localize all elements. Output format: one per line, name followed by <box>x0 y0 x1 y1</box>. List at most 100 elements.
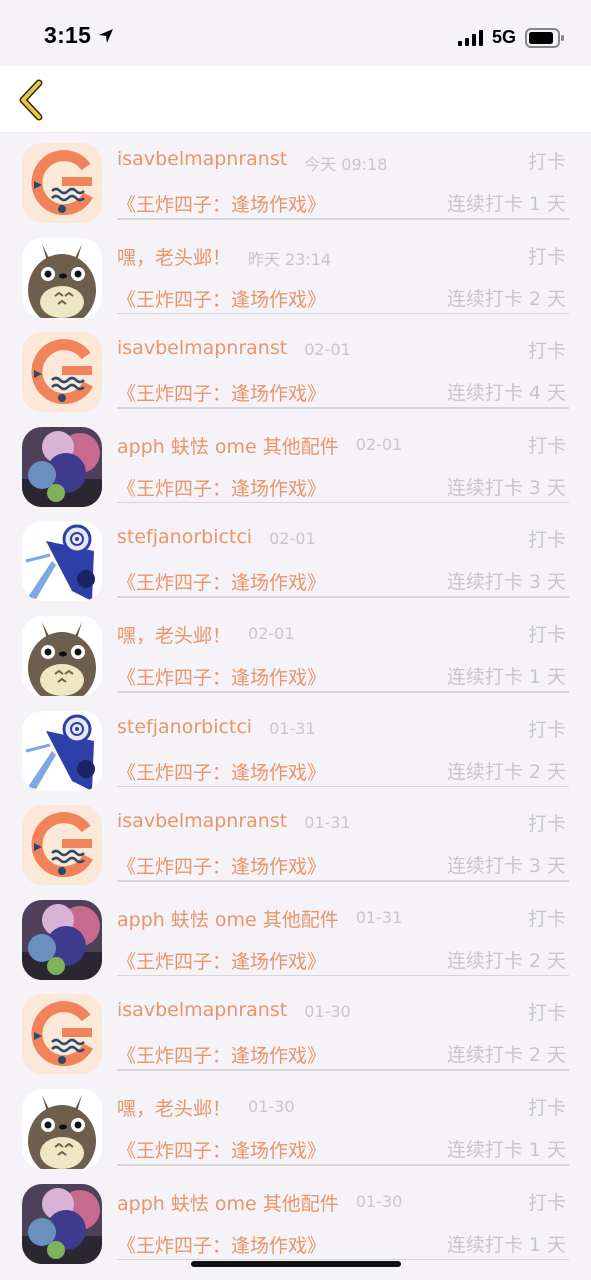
checkin-tag: 打卡 <box>527 434 566 457</box>
home-indicator <box>191 1261 401 1267</box>
user-name[interactable]: apph 蚨怯 ome 其他配件 <box>117 1189 339 1216</box>
row-divider <box>117 691 569 693</box>
user-name[interactable]: stefjanorbictci <box>117 716 252 738</box>
list-item[interactable]: apph 蚨怯 ome 其他配件 01-31 打卡《王炸四子：逢场作戏》 连续打卡 2… <box>0 897 591 992</box>
list-item[interactable]: apph 蚨怯 ome 其他配件 02-01 打卡 《王炸四子：逢场作戏》 连续打卡 3… <box>0 424 591 519</box>
list-item[interactable]: stefjanorbictci 01-31 打卡《王炸四子：逢场作戏》 连续打卡 2 … <box>0 708 591 803</box>
avatar-orange-g-logo[interactable] <box>22 805 102 886</box>
list-item[interactable]: isavbelmapnranst 02-01 打卡《王炸四子：逢场作戏》 连续打卡 4… <box>0 329 591 424</box>
book-title-link[interactable]: 《王炸四子：逢场作戏》 <box>117 1231 326 1258</box>
book-title-link[interactable]: 《王炸四子：逢场作戏》 <box>117 568 326 595</box>
user-name[interactable]: 嘿，老头邺！ <box>117 621 231 648</box>
avatar-balloons[interactable] <box>22 1183 102 1264</box>
user-name[interactable]: 嘿，老头邺！ <box>117 1094 231 1121</box>
book-title-link[interactable]: 《王炸四子：逢场作戏》 <box>117 852 326 879</box>
list-item[interactable]: 嘿，老头邺！ 01-30 打卡《王炸四子：逢场作戏》 连续打卡 1 天 <box>0 1086 591 1181</box>
status-bar: 3:15 5G <box>0 0 591 66</box>
user-name[interactable]: stefjanorbictci <box>117 526 252 548</box>
back-button[interactable] <box>10 78 50 122</box>
streak-count: 连续打卡 1 天 <box>446 1233 566 1256</box>
user-name[interactable]: isavbelmapnranst <box>117 999 287 1021</box>
streak-count: 连续打卡 2 天 <box>446 287 566 310</box>
list-item[interactable]: isavbelmapnranst 01-31 打卡 《王炸四子：逢场作戏》 连续打卡 3… <box>0 802 591 897</box>
book-title-link[interactable]: 《王炸四子：逢场作戏》 <box>117 190 326 217</box>
streak-count: 连续打卡 2 天 <box>446 1044 566 1067</box>
streak-count: 连续打卡 3 天 <box>446 571 566 594</box>
book-title-link[interactable]: 《王炸四子：逢场作戏》 <box>117 758 326 785</box>
streak-count: 连续打卡 3 天 <box>446 855 566 878</box>
streak-count: 连续打卡 1 天 <box>446 1139 566 1161</box>
checkin-time: 01-31 <box>355 907 403 927</box>
streak-count: 连续打卡 1 天 <box>446 666 566 688</box>
chevron-left-icon <box>19 79 43 121</box>
row-divider <box>117 501 569 504</box>
streak-count: 连续打卡 1 天 <box>446 193 566 215</box>
row-divider <box>117 974 569 977</box>
streak-count: 连续打卡 2 天 <box>446 949 566 972</box>
row-divider <box>117 1069 569 1071</box>
row-divider <box>117 218 569 220</box>
checkin-tag: 打卡 <box>527 151 566 173</box>
row-divider <box>117 785 569 788</box>
checkin-time: 01-31 <box>304 813 351 833</box>
user-name[interactable]: isavbelmapnranst <box>117 810 287 832</box>
row-divider <box>117 1164 569 1166</box>
checkin-tag: 打卡 <box>527 718 566 741</box>
navigation-bar <box>0 66 591 133</box>
list-item[interactable]: isavbelmapnranst 今天 09:18 打卡 《王炸四子：逢场作戏》 连续打… <box>0 140 591 235</box>
checkin-tag: 打卡 <box>527 907 566 930</box>
checkin-tag: 打卡 <box>527 529 566 552</box>
avatar-orange-g-logo[interactable] <box>22 332 102 413</box>
network-type: 5G <box>492 27 517 47</box>
streak-count: 连续打卡 2 天 <box>446 760 566 783</box>
row-divider <box>117 1258 569 1261</box>
checkin-time: 02-01 <box>269 529 316 549</box>
cellular-signal-icon <box>458 30 484 50</box>
avatar-totoro[interactable] <box>22 1089 102 1169</box>
checkin-time: 02-01 <box>248 624 295 643</box>
checkin-time: 昨天 23:14 <box>248 249 332 269</box>
avatar-totoro[interactable] <box>22 237 102 318</box>
streak-count: 连续打卡 3 天 <box>446 476 566 499</box>
avatar-orange-g-logo[interactable] <box>22 143 102 223</box>
user-name[interactable]: isavbelmapnranst <box>117 337 287 359</box>
avatar-balloons[interactable] <box>22 426 102 507</box>
list-item[interactable]: 嘿，老头邺！ 02-01 打卡《王炸四子：逢场作戏》 连续打卡 1 天 <box>0 613 591 708</box>
avatar-totoro[interactable] <box>22 616 102 696</box>
avatar-orange-g-logo[interactable] <box>22 994 102 1075</box>
list-item[interactable]: isavbelmapnranst 01-30 打卡《王炸四子：逢场作戏》 连续打卡 2… <box>0 991 591 1086</box>
list-item[interactable]: stefjanorbictci 02-01 打卡《王炸四子：逢场作戏》 连续打卡 3 … <box>0 518 591 613</box>
streak-count: 连续打卡 4 天 <box>446 382 566 405</box>
book-title-link[interactable]: 《王炸四子：逢场作戏》 <box>117 474 326 501</box>
book-title-link[interactable]: 《王炸四子：逢场作戏》 <box>117 947 326 974</box>
book-title-link[interactable]: 《王炸四子：逢场作戏》 <box>117 1041 326 1068</box>
book-title-link[interactable]: 《王炸四子：逢场作戏》 <box>117 379 326 406</box>
checkin-time: 02-01 <box>304 340 351 360</box>
row-divider <box>117 596 569 598</box>
avatar-anime-blue[interactable] <box>22 710 102 791</box>
user-name[interactable]: 嘿，老头邺！ <box>117 243 231 270</box>
book-title-link[interactable]: 《王炸四子：逢场作戏》 <box>117 663 326 690</box>
checkin-tag: 打卡 <box>527 1191 566 1214</box>
row-divider <box>117 312 569 315</box>
user-name[interactable]: apph 蚨怯 ome 其他配件 <box>117 905 339 932</box>
user-name[interactable]: isavbelmapnranst <box>117 148 287 170</box>
list-item[interactable]: 嘿，老头邺！ 昨天 23:14 打卡《王炸四子：逢场作戏》 连续打卡 2 天 <box>0 235 591 330</box>
location-arrow-icon <box>98 28 114 48</box>
battery-icon <box>525 28 565 52</box>
checkin-time: 01-30 <box>248 1097 295 1116</box>
avatar-anime-blue[interactable] <box>22 521 102 602</box>
checkin-tag: 打卡 <box>527 1097 566 1119</box>
status-time: 3:15 <box>44 22 92 48</box>
checkin-tag: 打卡 <box>527 624 566 646</box>
checkin-time: 01-31 <box>269 718 316 738</box>
checkin-time: 01-30 <box>304 1002 351 1022</box>
checkin-tag: 打卡 <box>527 340 566 363</box>
checkin-tag: 打卡 <box>527 1002 566 1025</box>
user-name[interactable]: apph 蚨怯 ome 其他配件 <box>117 432 339 459</box>
avatar-balloons[interactable] <box>22 899 102 980</box>
checkin-tag: 打卡 <box>527 245 566 268</box>
book-title-link[interactable]: 《王炸四子：逢场作戏》 <box>117 285 326 312</box>
row-divider <box>117 880 569 882</box>
book-title-link[interactable]: 《王炸四子：逢场作戏》 <box>117 1136 326 1163</box>
